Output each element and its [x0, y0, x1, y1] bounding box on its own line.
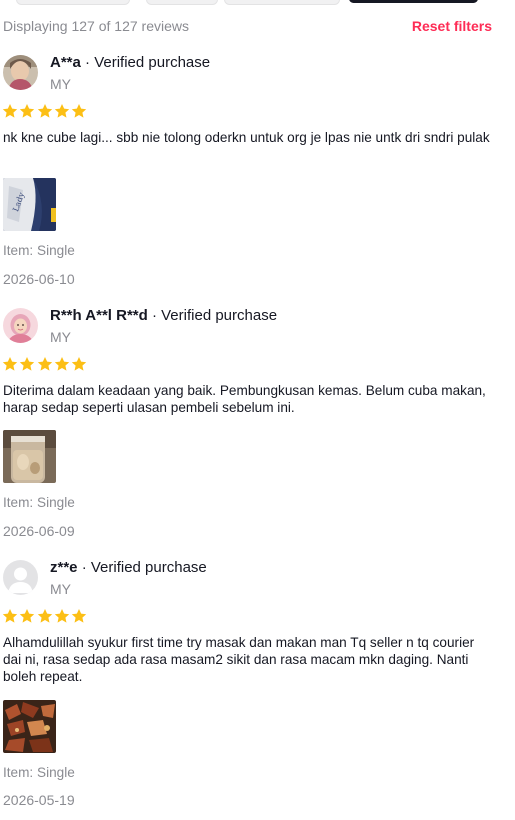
star-icon	[71, 609, 87, 623]
avatar[interactable]	[3, 308, 38, 343]
verified-label: · Verified purchase	[77, 559, 207, 576]
star-rating	[2, 608, 88, 624]
filter-chip[interactable]	[146, 0, 218, 5]
reviewer-country: MY	[50, 329, 71, 345]
filter-chip-bar	[0, 0, 515, 5]
star-icon	[2, 104, 18, 118]
star-icon	[54, 104, 70, 118]
review-text: Diterima dalam keadaan yang baik. Pembun…	[3, 383, 486, 415]
review-text: nk kne cube lagi... sbb nie tolong oderk…	[3, 130, 490, 145]
verified-label: · Verified purchase	[80, 54, 211, 71]
review-date: 2026-05-19	[3, 792, 75, 808]
reviewer-country: MY	[50, 581, 71, 597]
star-icon	[20, 104, 35, 118]
reviewer-name-line: z**e · Verified purchase	[50, 559, 207, 576]
review-count: Displaying 127 of 127 reviews	[3, 18, 189, 34]
item-value: Single	[37, 243, 75, 258]
star-icon	[2, 357, 18, 371]
star-icon	[54, 357, 70, 371]
review-date: 2026-06-09	[3, 523, 75, 539]
item-label: Item:	[3, 495, 37, 510]
filter-chip[interactable]	[16, 0, 130, 5]
star-icon	[54, 609, 70, 623]
item-label: Item:	[3, 765, 37, 780]
star-rating	[2, 103, 88, 119]
reviewer-name: A**a	[50, 54, 81, 71]
product-photo-icon: Lady	[3, 178, 56, 231]
star-rating	[2, 356, 88, 372]
item-variant: Item: Single	[3, 243, 75, 258]
verified-label: · Verified purchase	[147, 307, 278, 324]
avatar[interactable]	[3, 560, 38, 595]
reviewer-name-line: R**h A**l R**d · Verified purchase	[50, 307, 277, 324]
star-icon	[2, 609, 18, 623]
item-variant: Item: Single	[3, 765, 75, 780]
star-icon	[71, 357, 87, 371]
star-icon	[20, 609, 35, 623]
product-photo-icon	[3, 430, 56, 483]
star-icon	[37, 104, 52, 118]
item-label: Item:	[3, 243, 37, 258]
review-photo[interactable]	[3, 700, 56, 753]
reviewer-name: R**h A**l R**d	[50, 307, 148, 324]
review-photo[interactable]	[3, 430, 56, 483]
filter-chip[interactable]	[224, 0, 340, 5]
reviewer-name: z**e	[50, 559, 78, 576]
product-photo-icon	[3, 700, 56, 753]
star-icon	[37, 609, 52, 623]
avatar[interactable]	[3, 55, 38, 90]
reviewer-name-line: A**a · Verified purchase	[50, 54, 210, 71]
reviewer-country: MY	[50, 76, 71, 92]
profile-photo-icon	[3, 308, 38, 343]
profile-photo-icon	[3, 55, 38, 90]
star-icon	[71, 104, 87, 118]
review-date: 2026-06-10	[3, 271, 75, 287]
review-photo[interactable]: Lady	[3, 178, 56, 231]
star-icon	[37, 357, 52, 371]
filter-chip-active[interactable]	[349, 0, 478, 3]
reset-filters-button[interactable]: Reset filters	[412, 18, 492, 34]
item-value: Single	[37, 765, 75, 780]
item-value: Single	[37, 495, 75, 510]
star-icon	[20, 357, 35, 371]
reviews-header: Displaying 127 of 127 reviews Reset filt…	[0, 18, 515, 38]
item-variant: Item: Single	[3, 495, 75, 510]
review-text: Alhamdulillah syukur first time try masa…	[3, 635, 475, 684]
default-avatar-icon	[3, 560, 38, 595]
